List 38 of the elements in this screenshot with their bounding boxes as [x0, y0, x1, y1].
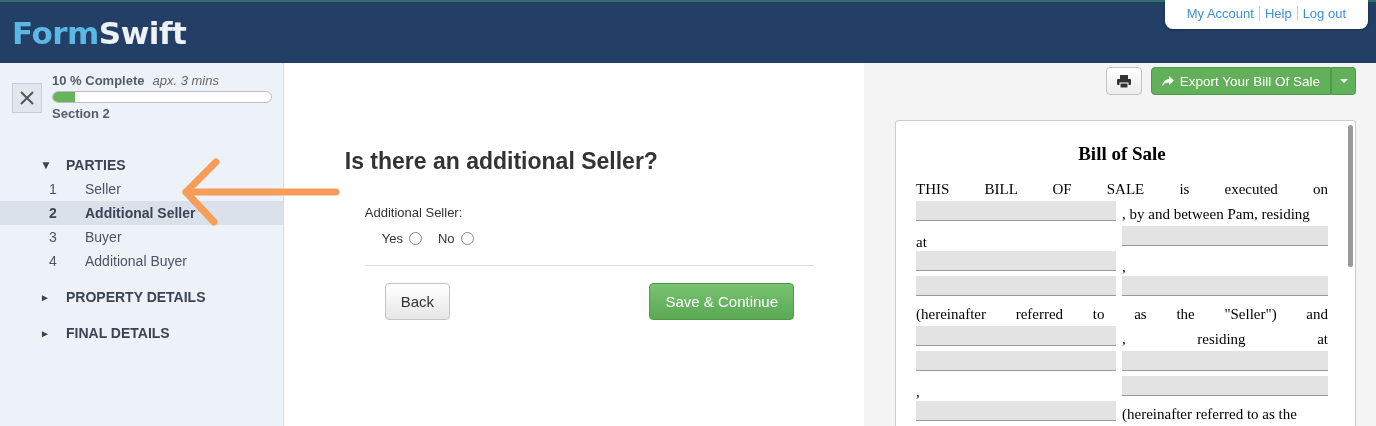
close-button[interactable]: [12, 83, 42, 113]
document-text: ,: [916, 383, 921, 401]
account-link[interactable]: My Account: [1186, 6, 1254, 21]
nav-item[interactable]: 3 Buyer: [0, 225, 283, 249]
document-text: (hereinafter referred to as the: [1122, 404, 1298, 423]
document-text: THIS BILL OF SALE is executed on: [916, 179, 1328, 198]
nav-item[interactable]: 2 Additional Seller: [0, 201, 283, 225]
question-title: Is there an additional Seller?: [344, 148, 659, 175]
printer-icon: [1116, 74, 1131, 88]
option-label: Yes: [381, 231, 403, 246]
nav-item[interactable]: 4 Additional Buyer: [0, 249, 283, 273]
section-label: Section 2: [52, 106, 111, 121]
account-link[interactable]: Log out: [1302, 6, 1346, 21]
account-link[interactable]: Help: [1264, 6, 1292, 21]
time-estimate: apx. 3 mins: [152, 73, 219, 88]
logo[interactable]: FormSwift: [12, 15, 187, 51]
close-icon: [19, 90, 35, 106]
document-text: , residing at: [1122, 329, 1328, 348]
progress-label: 10 % Complete: [52, 73, 145, 88]
nav-item[interactable]: 1 Seller: [0, 177, 283, 201]
back-button[interactable]: Back: [384, 283, 451, 320]
section-header[interactable]: ► FINAL DETAILS: [0, 321, 283, 345]
document-text: at: [916, 233, 928, 251]
section-header[interactable]: ► PROPERTY DETAILS: [0, 285, 283, 309]
document-text: , by and between Pam, residing: [1122, 204, 1311, 223]
dropdown-button[interactable]: [1331, 67, 1356, 95]
share-arrow-icon: [1161, 76, 1174, 86]
document-text: (hereinafter referred to as the "Seller") and: [916, 304, 1328, 323]
print-button[interactable]: [1105, 67, 1142, 95]
caret-icon: [1339, 79, 1348, 83]
scrollbar[interactable]: [1348, 125, 1353, 267]
radio-button[interactable]: [460, 232, 474, 245]
field-label: Additional Seller:: [364, 205, 464, 220]
document-title: Bill of Sale: [1077, 143, 1167, 165]
option-label: No: [437, 231, 455, 246]
radio-button[interactable]: [408, 232, 422, 245]
document-text: ,: [1122, 258, 1127, 276]
section-header[interactable]: ▼ PARTIES: [0, 153, 283, 177]
